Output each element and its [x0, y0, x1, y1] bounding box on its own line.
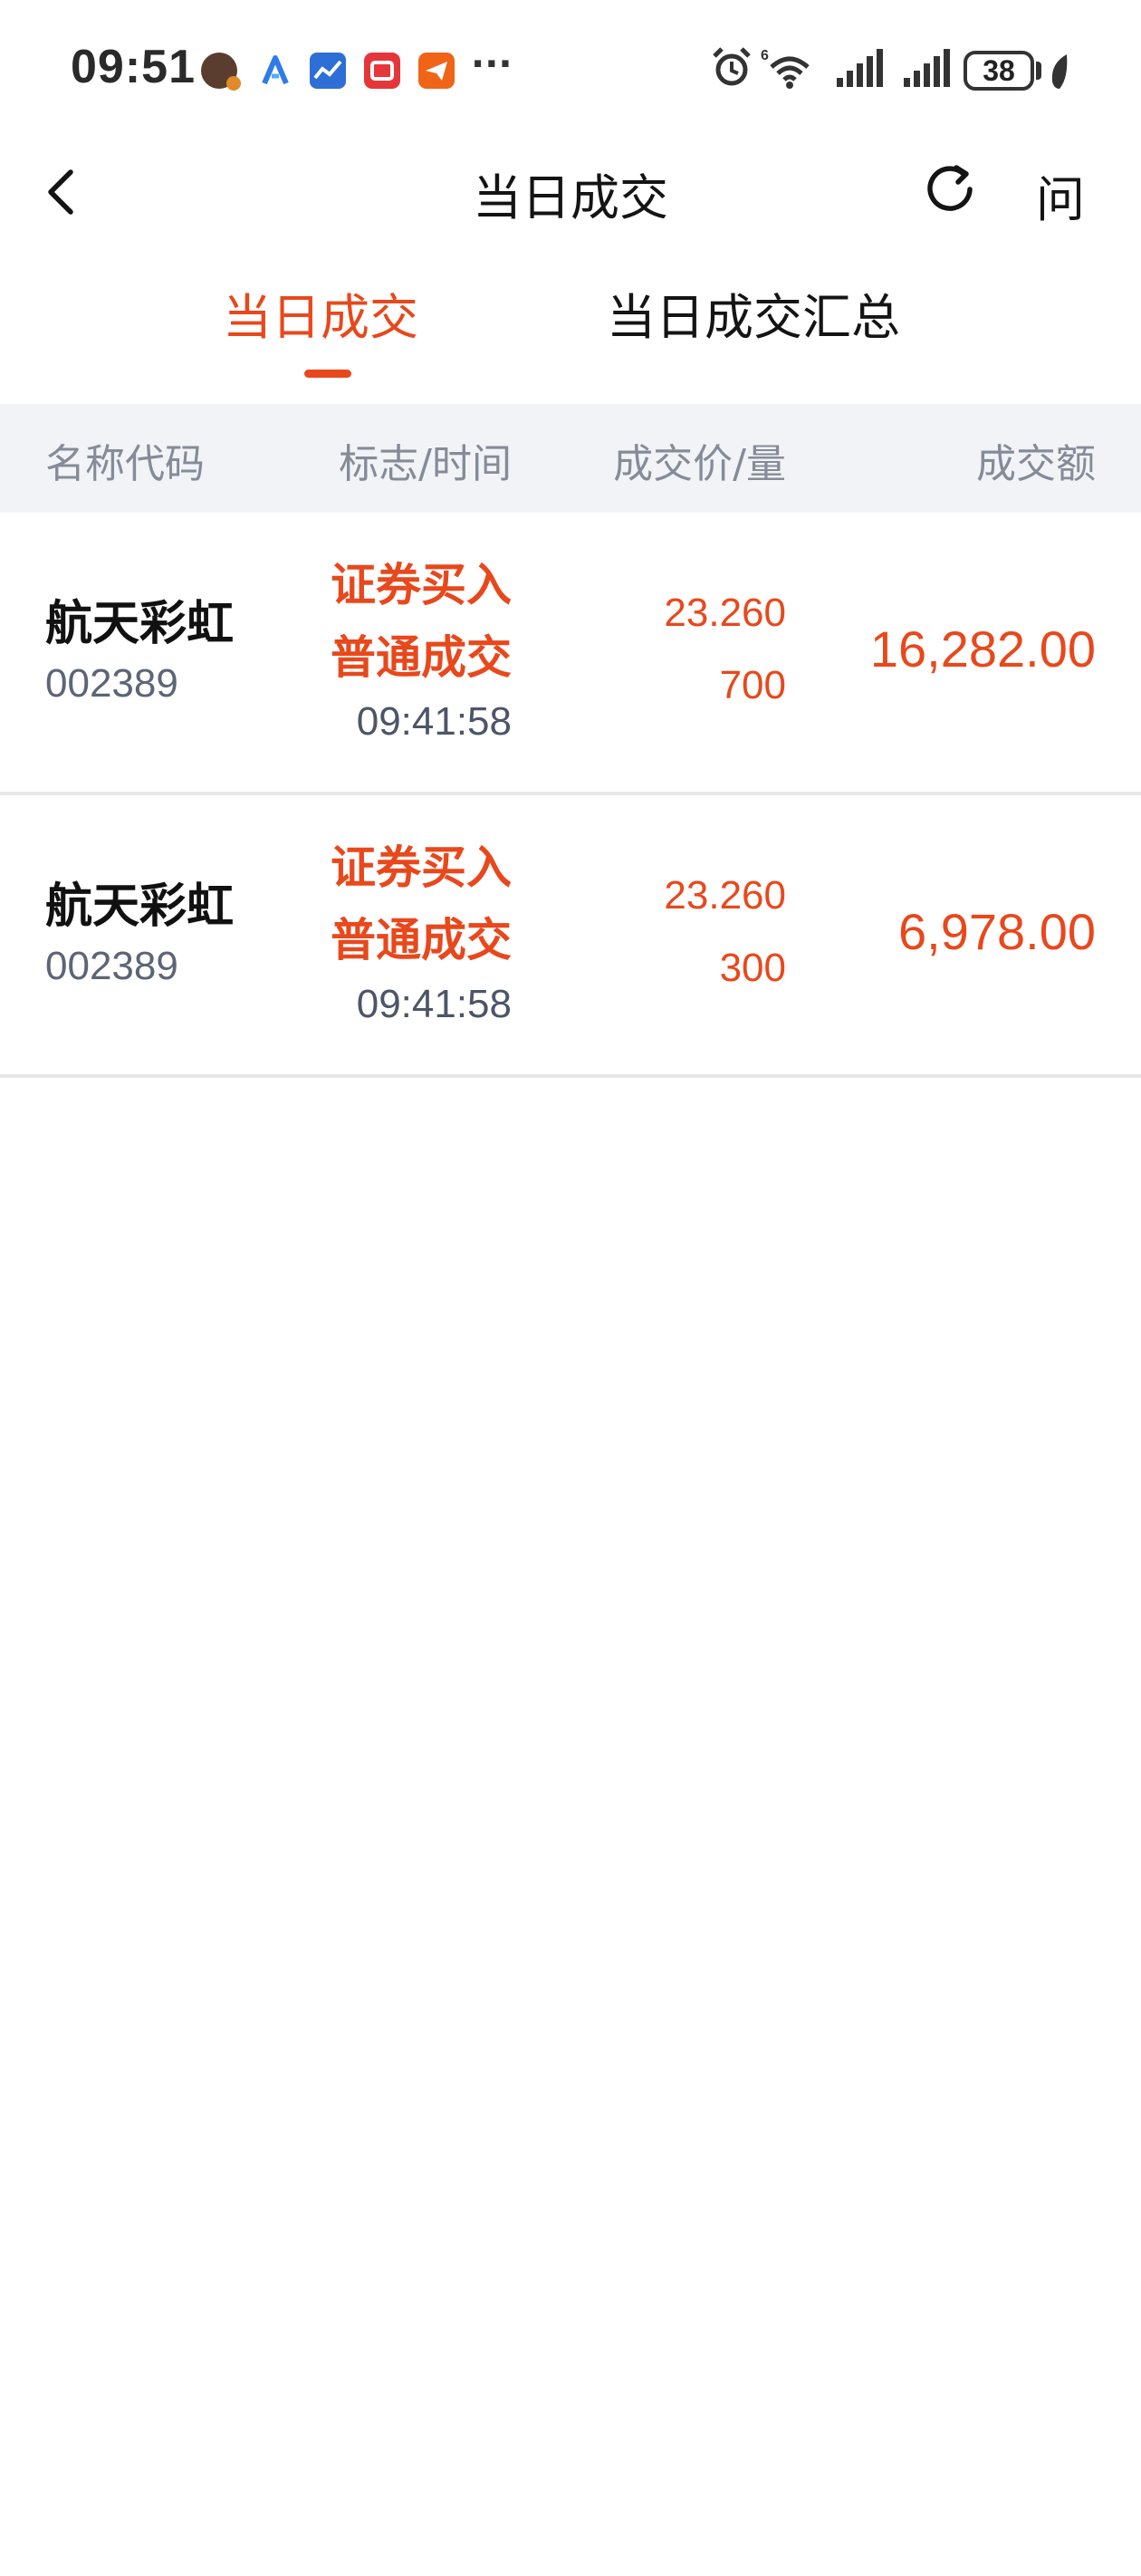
svg-text:6: 6: [761, 48, 769, 63]
plane-app-icon: [418, 53, 455, 89]
a-logo-icon: [262, 55, 289, 85]
back-arrow-icon[interactable]: [31, 159, 94, 223]
status-time: 09:51: [71, 41, 196, 93]
page-title: 当日成交: [473, 169, 668, 226]
trade-quantity: 700: [719, 663, 786, 707]
trade-type: 普通成交: [331, 631, 512, 684]
trade-amount: 6,978.00: [898, 903, 1096, 960]
tab-daily-trades[interactable]: 当日成交: [223, 277, 418, 349]
header-amount: 成交额: [976, 441, 1096, 487]
tab-daily-trades-summary[interactable]: 当日成交汇总: [607, 277, 900, 349]
trade-time: 09:41:58: [356, 699, 512, 744]
trade-type: 普通成交: [331, 914, 512, 966]
signal-icon: [837, 49, 883, 87]
stock-code: 002389: [45, 661, 178, 706]
battery-tip: [1036, 62, 1041, 80]
trade-quantity: 300: [719, 946, 786, 990]
signal-icon: [904, 49, 950, 87]
wifi-icon: 6: [761, 48, 810, 89]
trade-direction: 证券买入: [331, 841, 512, 894]
table-row[interactable]: 航天彩虹 002389 证券买入 普通成交 09:41:58 23.260 70…: [0, 513, 1141, 795]
ask-button[interactable]: 问: [1036, 159, 1085, 231]
chart-app-icon: [310, 53, 346, 89]
book-app-icon: [364, 53, 400, 89]
stock-name: 航天彩虹: [45, 597, 235, 651]
table-header: 名称代码 标志/时间 成交价/量 成交额: [0, 404, 1141, 513]
alarm-icon: [713, 47, 751, 86]
trade-direction: 证券买入: [331, 559, 512, 611]
avatar-icon: [201, 53, 241, 91]
refresh-icon[interactable]: [920, 159, 980, 219]
leaf-icon: [1051, 54, 1068, 89]
battery-icon: 38: [964, 51, 1034, 91]
more-notifications-icon: ···: [471, 43, 513, 85]
stock-name: 航天彩虹: [45, 879, 235, 934]
stock-code: 002389: [45, 944, 178, 988]
status-bar: 09:51 ··· 6 38: [0, 0, 1141, 145]
trade-price: 23.260: [664, 591, 786, 635]
header-name-code: 名称代码: [45, 441, 205, 487]
trade-amount: 16,282.00: [869, 620, 1096, 678]
trade-price: 23.260: [664, 873, 786, 918]
trade-time: 09:41:58: [356, 982, 512, 1026]
table-row[interactable]: 航天彩虹 002389 证券买入 普通成交 09:41:58 23.260 30…: [0, 795, 1141, 1078]
active-tab-indicator: [304, 370, 351, 378]
header-flag-time: 标志/时间: [339, 441, 512, 487]
header-price-qty: 成交价/量: [613, 441, 786, 487]
